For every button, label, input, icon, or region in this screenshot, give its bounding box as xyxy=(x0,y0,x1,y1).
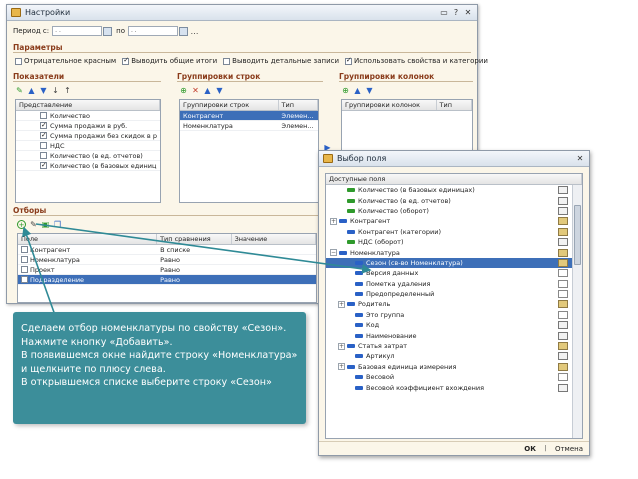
callout-line: Нажмите кнопку «Добавить». xyxy=(21,336,173,348)
callout-line: и щелкните по плюсу слева. xyxy=(21,363,166,375)
arrow-to-nomenclature xyxy=(35,223,372,274)
callout-line: В открывшемся списке выберите строку «Се… xyxy=(21,377,272,389)
callout-line: В появившемся окне найдите строку «Номен… xyxy=(21,350,298,362)
callout-line: Сделаем отбор номенклатуры по свойству «… xyxy=(21,323,287,334)
arrow-to-add-button xyxy=(22,226,57,319)
instruction-callout: Сделаем отбор номенклатуры по свойству «… xyxy=(13,312,306,424)
